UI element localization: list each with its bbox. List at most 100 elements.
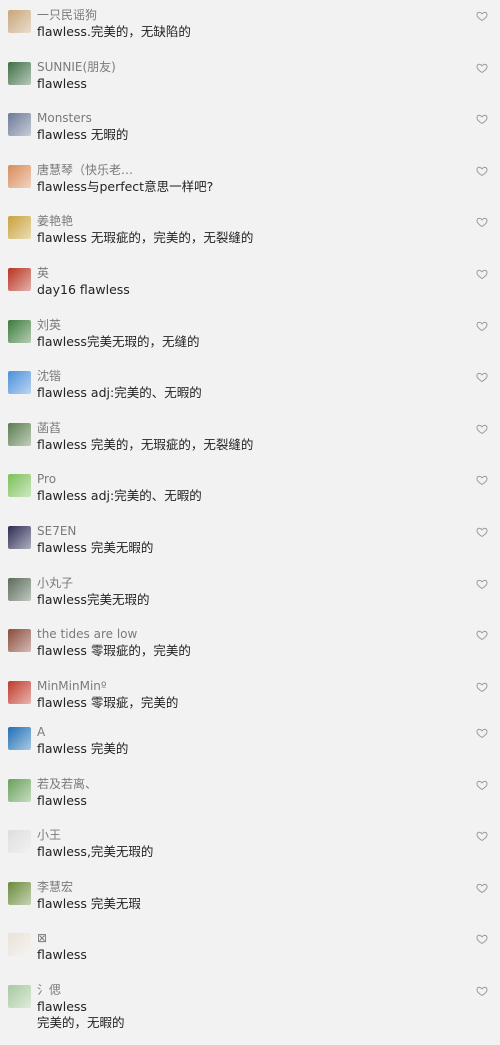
- comment-item: 英 day16 flawless: [0, 258, 500, 310]
- comment-item: 沈锴 flawless adj:完美的、无暇的: [0, 361, 500, 413]
- comment-item: 姜艳艳 flawless 无瑕疵的，完美的，无裂缝的: [0, 206, 500, 258]
- like-heart-icon[interactable]: [476, 526, 488, 538]
- fan-avatar[interactable]: [8, 985, 31, 1009]
- comment-item: Aflawless 完美的: [0, 717, 500, 769]
- person-avatar[interactable]: [8, 113, 31, 137]
- outdoor-avatar[interactable]: [8, 881, 31, 905]
- commenter-name[interactable]: 姜艳艳: [37, 214, 73, 228]
- commenter-name[interactable]: 李慧宏: [37, 880, 73, 894]
- like-heart-icon[interactable]: [476, 474, 488, 486]
- comment-item: SE7EN flawless 完美无暇的: [0, 516, 500, 568]
- commenter-name[interactable]: 刘英: [37, 318, 61, 332]
- comment-text: flawless adj:完美的、无暇的: [37, 385, 202, 401]
- flower-avatar[interactable]: [8, 164, 31, 188]
- portrait-avatar[interactable]: [8, 629, 31, 653]
- sea-avatar[interactable]: [8, 727, 31, 751]
- comment-item: 菡萏 flawless 完美的，无瑕疵的，无裂缝的: [0, 413, 500, 465]
- comment-text-line2: 完美的，无暇的: [37, 1015, 125, 1031]
- comment-text: day16 flawless: [37, 281, 130, 297]
- commenter-name[interactable]: 小丸子: [37, 576, 73, 590]
- comment-item: 小丸子 flawless完美无瑕的: [0, 568, 500, 620]
- comment-text: flawless: [37, 792, 87, 808]
- group-avatar[interactable]: [8, 577, 31, 601]
- commenter-name[interactable]: 一只民谣狗: [37, 8, 97, 22]
- comment-item: 一只民谣狗 flawless.完美的，无缺陷的: [0, 0, 500, 52]
- like-heart-icon[interactable]: [476, 779, 488, 791]
- comment-text: flawless: [37, 999, 87, 1015]
- commenter-name[interactable]: A: [37, 725, 45, 739]
- comment-item: ⊠ flawless: [0, 923, 500, 975]
- comment-item: 唐慧琴（快乐老… flawless与perfect意思一样吧?: [0, 155, 500, 207]
- comment-item: Pro flawless adj:完美的、无暇的: [0, 464, 500, 516]
- commenter-name[interactable]: MinMinMinº: [37, 679, 107, 693]
- cup-avatar[interactable]: [8, 933, 31, 957]
- like-heart-icon[interactable]: [476, 268, 488, 280]
- comment-text: flawless 无暇的: [37, 127, 129, 143]
- like-heart-icon[interactable]: [476, 882, 488, 894]
- comment-item: SUNNIE(朋友) flawless: [0, 52, 500, 104]
- commenter-name[interactable]: 菡萏: [37, 421, 61, 435]
- comment-text: flawless: [37, 947, 87, 963]
- like-heart-icon[interactable]: [476, 62, 488, 74]
- comment-item: MinMinMinº flawless 零瑕疵，完美的: [0, 671, 500, 717]
- comment-item: the tides are low flawless 零瑕疵的，完美的: [0, 619, 500, 671]
- comment-text: flawless 完美无瑕: [37, 895, 141, 911]
- commenter-name[interactable]: ⊠: [37, 931, 47, 945]
- commenter-name[interactable]: SE7EN: [37, 524, 76, 538]
- commenter-name[interactable]: 英: [37, 266, 49, 280]
- commenter-name[interactable]: the tides are low: [37, 627, 137, 641]
- comment-text: flawless.完美的，无缺陷的: [37, 24, 191, 39]
- like-heart-icon[interactable]: [476, 320, 488, 332]
- like-heart-icon[interactable]: [476, 423, 488, 435]
- landscape-avatar[interactable]: [8, 61, 31, 85]
- comment-list: 一只民谣狗 flawless.完美的，无缺陷的 SUNNIE(朋友) flawless…: [0, 0, 500, 1037]
- comment-item: 氵偲 flawless 完美的，无暇的: [0, 975, 500, 1037]
- dino-avatar[interactable]: [8, 474, 31, 498]
- leaf-avatar[interactable]: [8, 319, 31, 343]
- comment-text: flawless完美无瑕的，无缝的: [37, 333, 200, 349]
- cartoon-avatar[interactable]: [8, 371, 31, 395]
- comment-item: 若及若离、 flawless: [0, 769, 500, 821]
- comment-text: flawless与perfect意思一样吧?: [37, 178, 214, 194]
- commenter-name[interactable]: Monsters: [37, 111, 92, 125]
- girl-avatar[interactable]: [8, 680, 31, 704]
- like-heart-icon[interactable]: [476, 830, 488, 842]
- comment-text: flawless完美无瑕的: [37, 591, 150, 607]
- like-heart-icon[interactable]: [476, 578, 488, 590]
- commenter-name[interactable]: 唐慧琴（快乐老…: [37, 163, 133, 177]
- like-heart-icon[interactable]: [476, 681, 488, 693]
- like-heart-icon[interactable]: [476, 10, 488, 22]
- gold-avatar[interactable]: [8, 216, 31, 240]
- like-heart-icon[interactable]: [476, 727, 488, 739]
- comment-text: flawless adj:完美的、无暇的: [37, 488, 202, 504]
- garden-avatar[interactable]: [8, 422, 31, 446]
- commenter-name[interactable]: 氵偲: [37, 983, 61, 997]
- like-heart-icon[interactable]: [476, 113, 488, 125]
- comment-text: flawless 零瑕疵，完美的: [37, 694, 179, 710]
- comment-text: flawless 完美的，无瑕疵的，无裂缝的: [37, 436, 254, 452]
- like-heart-icon[interactable]: [476, 165, 488, 177]
- galaxy-avatar[interactable]: [8, 525, 31, 549]
- commenter-name[interactable]: 沈锴: [37, 369, 61, 383]
- dog-avatar[interactable]: [8, 10, 31, 33]
- comment-text: flawless 完美无暇的: [37, 539, 154, 555]
- like-heart-icon[interactable]: [476, 371, 488, 383]
- like-heart-icon[interactable]: [476, 629, 488, 641]
- commenter-name[interactable]: 若及若离、: [37, 777, 97, 791]
- comment-text: flawless: [37, 75, 87, 91]
- like-heart-icon[interactable]: [476, 216, 488, 228]
- comment-text: flawless,完美无瑕的: [37, 844, 154, 860]
- sketch-avatar[interactable]: [8, 830, 31, 854]
- like-heart-icon[interactable]: [476, 985, 488, 997]
- comment-item: 小王 flawless,完美无瑕的: [0, 820, 500, 872]
- woman-avatar[interactable]: [8, 778, 31, 802]
- comment-item: 刘英 flawless完美无瑕的，无缝的: [0, 310, 500, 362]
- comment-text: flawless 无瑕疵的，完美的，无裂缝的: [37, 230, 254, 246]
- fire-avatar[interactable]: [8, 267, 31, 291]
- commenter-name[interactable]: 小王: [37, 828, 61, 842]
- comment-item: 李慧宏 flawless 完美无瑕: [0, 872, 500, 924]
- commenter-name[interactable]: SUNNIE(朋友): [37, 60, 116, 74]
- commenter-name[interactable]: Pro: [37, 472, 56, 486]
- comment-item: Monsters flawless 无暇的: [0, 103, 500, 155]
- like-heart-icon[interactable]: [476, 933, 488, 945]
